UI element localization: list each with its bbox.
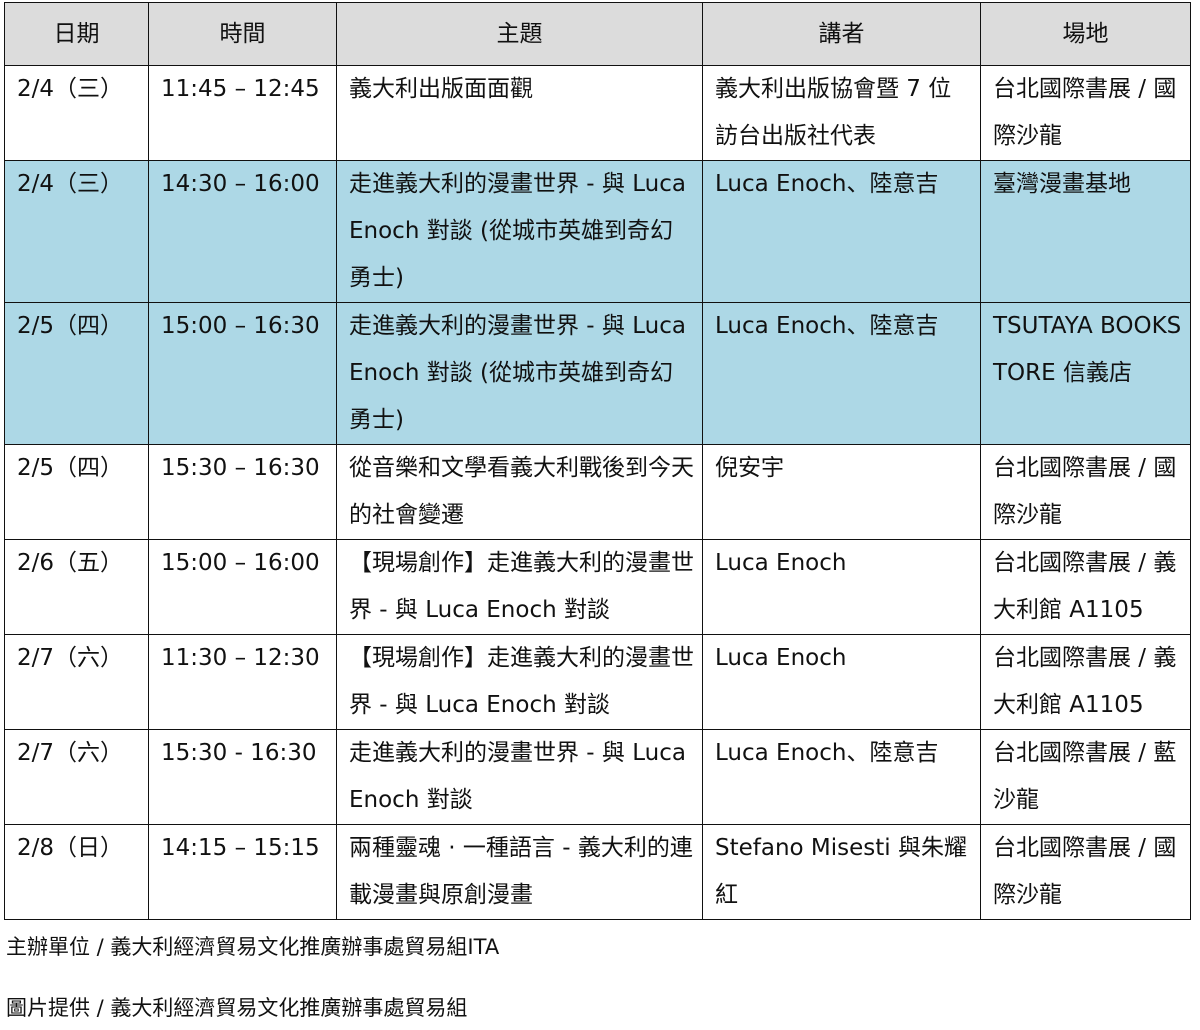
- cell-speaker: 倪安宇: [702, 444, 981, 540]
- cell-date: 2/4（三）: [4, 160, 149, 303]
- cell-date: 2/5（四）: [4, 302, 149, 445]
- cell-venue: 臺灣漫畫基地: [980, 160, 1191, 303]
- table-row: 2/7（六） 15:30 - 16:30 走進義大利的漫畫世界 - 與 Luca…: [4, 729, 1191, 825]
- cell-topic: 義大利出版面面觀: [336, 65, 703, 161]
- cell-date: 2/8（日）: [4, 824, 149, 920]
- cell-speaker: Luca Enoch、陸意吉: [702, 160, 981, 303]
- table-row-highlighted: 2/5（四） 15:00 – 16:30 走進義大利的漫畫世界 - 與 Luca…: [4, 302, 1191, 445]
- cell-venue: 台北國際書展 / 國際沙龍: [980, 824, 1191, 920]
- event-schedule-table: 日期 時間 主題 講者 場地 2/4（三） 11:45 – 12:45 義大利出…: [4, 2, 1191, 920]
- organizer-credit: 主辦單位 / 義大利經濟貿易文化推廣辦事處貿易組ITA: [6, 935, 500, 959]
- cell-time: 15:00 – 16:30: [148, 302, 337, 445]
- cell-venue: TSUTAYA BOOKSTORE 信義店: [980, 302, 1191, 445]
- cell-speaker: Luca Enoch: [702, 539, 981, 635]
- cell-time: 11:30 – 12:30: [148, 634, 337, 730]
- table-row: 2/7（六） 11:30 – 12:30 【現場創作】走進義大利的漫畫世界 - …: [4, 634, 1191, 730]
- cell-speaker: Stefano Misesti 與朱耀紅: [702, 824, 981, 920]
- table-header: 日期 時間 主題 講者 場地: [4, 2, 1191, 66]
- cell-speaker: Luca Enoch、陸意吉: [702, 729, 981, 825]
- table-row: 2/5（四） 15:30 – 16:30 從音樂和文學看義大利戰後到今天的社會變…: [4, 444, 1191, 540]
- cell-time: 14:15 – 15:15: [148, 824, 337, 920]
- header-date: 日期: [4, 2, 149, 66]
- cell-speaker: 義大利出版協會暨 7 位訪台出版社代表: [702, 65, 981, 161]
- cell-venue: 台北國際書展 / 義大利館 A1105: [980, 634, 1191, 730]
- cell-time: 15:00 – 16:00: [148, 539, 337, 635]
- cell-venue: 台北國際書展 / 國際沙龍: [980, 65, 1191, 161]
- cell-date: 2/7（六）: [4, 729, 149, 825]
- cell-venue: 台北國際書展 / 藍沙龍: [980, 729, 1191, 825]
- cell-speaker: Luca Enoch、陸意吉: [702, 302, 981, 445]
- header-topic: 主題: [336, 2, 703, 66]
- table-row-highlighted: 2/4（三） 14:30 – 16:00 走進義大利的漫畫世界 - 與 Luca…: [4, 160, 1191, 303]
- cell-speaker: Luca Enoch: [702, 634, 981, 730]
- header-venue: 場地: [980, 2, 1191, 66]
- photo-credit: 圖片提供 / 義大利經濟貿易文化推廣辦事處貿易組: [6, 996, 468, 1020]
- cell-topic: 走進義大利的漫畫世界 - 與 Luca Enoch 對談: [336, 729, 703, 825]
- header-speaker: 講者: [702, 2, 981, 66]
- cell-time: 15:30 – 16:30: [148, 444, 337, 540]
- cell-time: 14:30 – 16:00: [148, 160, 337, 303]
- table-row: 2/6（五） 15:00 – 16:00 【現場創作】走進義大利的漫畫世界 - …: [4, 539, 1191, 635]
- cell-date: 2/6（五）: [4, 539, 149, 635]
- table-body: 2/4（三） 11:45 – 12:45 義大利出版面面觀 義大利出版協會暨 7…: [4, 65, 1191, 920]
- header-row: 日期 時間 主題 講者 場地: [4, 2, 1191, 66]
- cell-topic: 從音樂和文學看義大利戰後到今天的社會變遷: [336, 444, 703, 540]
- cell-date: 2/5（四）: [4, 444, 149, 540]
- cell-venue: 台北國際書展 / 國際沙龍: [980, 444, 1191, 540]
- cell-topic: 兩種靈魂 · 一種語言 - 義大利的連載漫畫與原創漫畫: [336, 824, 703, 920]
- cell-topic: 走進義大利的漫畫世界 - 與 Luca Enoch 對談 (從城市英雄到奇幻勇士…: [336, 160, 703, 303]
- table-row: 2/8（日） 14:15 – 15:15 兩種靈魂 · 一種語言 - 義大利的連…: [4, 824, 1191, 920]
- cell-venue: 台北國際書展 / 義大利館 A1105: [980, 539, 1191, 635]
- cell-time: 11:45 – 12:45: [148, 65, 337, 161]
- header-time: 時間: [148, 2, 337, 66]
- cell-topic: 走進義大利的漫畫世界 - 與 Luca Enoch 對談 (從城市英雄到奇幻勇士…: [336, 302, 703, 445]
- cell-date: 2/4（三）: [4, 65, 149, 161]
- cell-topic: 【現場創作】走進義大利的漫畫世界 - 與 Luca Enoch 對談: [336, 539, 703, 635]
- cell-date: 2/7（六）: [4, 634, 149, 730]
- cell-time: 15:30 - 16:30: [148, 729, 337, 825]
- table-row: 2/4（三） 11:45 – 12:45 義大利出版面面觀 義大利出版協會暨 7…: [4, 65, 1191, 161]
- cell-topic: 【現場創作】走進義大利的漫畫世界 - 與 Luca Enoch 對談: [336, 634, 703, 730]
